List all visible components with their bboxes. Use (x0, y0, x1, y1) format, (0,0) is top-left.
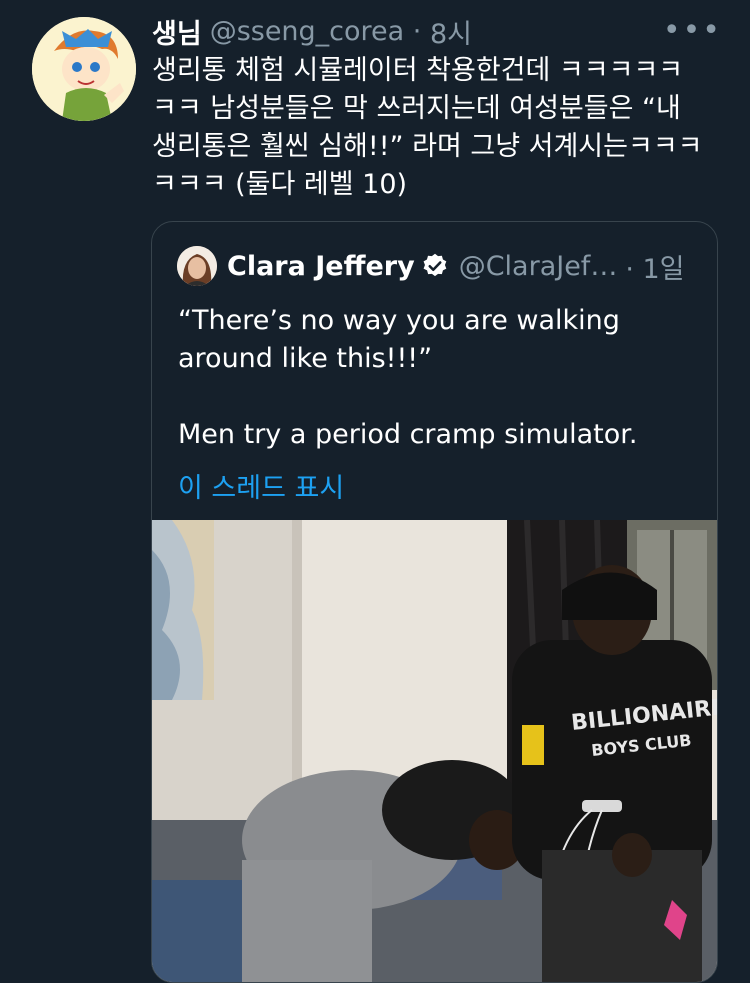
display-name[interactable]: 생님 (152, 12, 202, 51)
quoted-handle[interactable]: @ClaraJef… (459, 251, 618, 282)
handle[interactable]: @sseng_corea (210, 16, 405, 47)
tweet-text-line: 생리통은 훨씬 심해!!” 라며 그냥 서계시는ㅋㅋㅋ (152, 131, 703, 162)
quoted-text-line: Men try a period cramp simulator. (178, 419, 638, 450)
quoted-tweet-text: “There’s no way you are walking around l… (178, 302, 698, 454)
quoted-tweet-card[interactable]: Clara Jeffery @ClaraJef… · 1일 “There’s n… (151, 221, 718, 983)
user-avatar[interactable] (32, 17, 136, 121)
quoted-user-avatar[interactable] (177, 246, 217, 286)
quoted-text-line: around like this!!!” (178, 343, 433, 374)
quoted-display-name[interactable]: Clara Jeffery (227, 251, 415, 282)
tweet-text-line: ㅋㅋㅋ (둘다 레벨 10) (152, 169, 408, 200)
tweet-header: 생님 @sseng_corea · 8시 (152, 12, 472, 50)
video-thumbnail[interactable]: BILLIONAIRE BOYS CLUB (152, 520, 717, 982)
separator-dot: · (404, 15, 430, 47)
timestamp[interactable]: 8시 (430, 12, 472, 51)
quoted-text-line: “There’s no way you are walking (178, 305, 620, 336)
tweet-text-line: 생리통 체험 시뮬레이터 착용한건데 ㅋㅋㅋㅋㅋ (152, 55, 684, 86)
quoted-text-line (178, 378, 698, 416)
tweet-text: 생리통 체험 시뮬레이터 착용한건데 ㅋㅋㅋㅋㅋ ㅋㅋ 남성분들은 막 쓰러지는… (152, 52, 722, 204)
verified-badge-icon (421, 252, 449, 280)
show-thread-link[interactable]: 이 스레드 표시 (178, 466, 344, 505)
more-dots-icon[interactable]: ••• (663, 16, 722, 46)
quoted-timestamp[interactable]: · 1일 (625, 247, 684, 286)
tweet-text-line: ㅋㅋ 남성분들은 막 쓰러지는데 여성분들은 “내 (152, 93, 681, 124)
quoted-tweet-header: Clara Jeffery @ClaraJef… · 1일 (177, 246, 685, 286)
